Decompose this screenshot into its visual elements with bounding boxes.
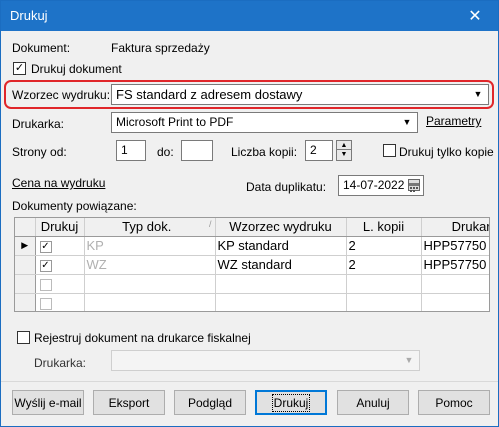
help-button[interactable]: Pomoc: [418, 390, 490, 415]
row-indicator: [15, 274, 36, 294]
duplicate-date-value: 14-07-2022: [343, 178, 405, 192]
row-print-checkbox[interactable]: ✓: [39, 259, 52, 272]
row-printer[interactable]: HPP57750 (: [421, 255, 489, 275]
row-indicator: [15, 293, 36, 311]
copies-stepper[interactable]: ▲ ▼: [336, 140, 352, 161]
table-row[interactable]: ▶ ✓ KP KP standard 2 HPP57750 (: [15, 236, 489, 256]
pages-to-input[interactable]: [181, 140, 213, 161]
grid-header: Drukuj Typ dok. / Wzorzec wydruku L. kopi…: [15, 218, 489, 237]
template-value: FS standard z adresem dostawy: [116, 87, 303, 102]
column-header[interactable]: Drukarka: [421, 218, 489, 237]
column-header[interactable]: Typ dok. /: [84, 218, 216, 237]
row-template[interactable]: WZ standard: [215, 255, 347, 275]
row-copies[interactable]: [346, 293, 422, 311]
row-template[interactable]: [215, 274, 347, 294]
cancel-button[interactable]: Anuluj: [337, 390, 409, 415]
column-header[interactable]: Wzorzec wydruku: [215, 218, 347, 237]
divider: [1, 381, 498, 382]
print-document-label: Drukuj dokument: [31, 62, 122, 76]
fiscal-printer-select[interactable]: ▼: [111, 350, 420, 371]
calendar-icon[interactable]: [408, 179, 420, 192]
print-document-checkbox[interactable]: ✓: [13, 62, 26, 75]
row-printer[interactable]: HPP57750 (: [421, 236, 489, 256]
document-label: Dokument:: [12, 41, 71, 55]
row-indicator: [15, 255, 36, 275]
stepper-up-icon[interactable]: ▲: [337, 141, 351, 150]
row-type: [84, 293, 216, 311]
chevron-down-icon[interactable]: ▼: [471, 85, 485, 104]
row-type: WZ: [84, 255, 216, 275]
row-print-checkbox[interactable]: ✓: [39, 240, 52, 253]
fiscal-register-checkbox[interactable]: [17, 331, 30, 344]
stepper-down-icon[interactable]: ▼: [337, 150, 351, 159]
chevron-down-icon[interactable]: ▼: [400, 113, 414, 132]
table-row[interactable]: [15, 274, 489, 294]
row-printer[interactable]: [421, 293, 489, 311]
grid-header-indicator: [15, 218, 36, 237]
printer-value: Microsoft Print to PDF: [116, 115, 234, 129]
printer-select[interactable]: Microsoft Print to PDF ▼: [111, 112, 418, 133]
template-select[interactable]: FS standard z adresem dostawy ▼: [111, 84, 489, 105]
row-print-checkbox[interactable]: [39, 278, 52, 291]
row-printer[interactable]: [421, 274, 489, 294]
table-row[interactable]: ✓ WZ WZ standard 2 HPP57750 (: [15, 255, 489, 275]
duplicate-date-label: Data duplikatu:: [246, 180, 327, 194]
row-copies[interactable]: [346, 274, 422, 294]
parameters-link[interactable]: Parametry: [426, 114, 481, 128]
related-docs-label: Dokumenty powiązane:: [12, 199, 137, 213]
table-row[interactable]: [15, 293, 489, 311]
pages-from-label: Strony od:: [12, 145, 67, 159]
related-docs-grid: Drukuj Typ dok. / Wzorzec wydruku L. kopi…: [14, 217, 490, 312]
row-print-checkbox[interactable]: [39, 297, 52, 310]
row-type: [84, 274, 216, 294]
export-button[interactable]: Eksport: [93, 390, 165, 415]
row-pointer-icon: ▶: [15, 236, 36, 256]
row-copies[interactable]: 2: [346, 255, 422, 275]
send-email-button[interactable]: Wyślij e-mail: [12, 390, 84, 415]
only-copies-checkbox[interactable]: [383, 144, 396, 157]
pages-from-input[interactable]: 1: [116, 140, 146, 161]
row-template[interactable]: KP standard: [215, 236, 347, 256]
fiscal-printer-label: Drukarka:: [34, 356, 87, 370]
window-title: Drukuj: [10, 8, 48, 23]
duplicate-date-input[interactable]: 14-07-2022: [338, 175, 424, 196]
close-icon[interactable]: ✕: [452, 1, 498, 31]
row-copies[interactable]: 2: [346, 236, 422, 256]
title-bar: Drukuj ✕: [1, 1, 498, 31]
chevron-down-icon[interactable]: ▼: [402, 351, 416, 370]
preview-button[interactable]: Podgląd: [174, 390, 246, 415]
column-header[interactable]: L. kopii: [346, 218, 422, 237]
template-label: Wzorzec wydruku:: [12, 88, 111, 102]
price-on-print-link[interactable]: Cena na wydruku: [12, 176, 105, 190]
print-dialog: Drukuj ✕ Dokument: Faktura sprzedaży ✓ D…: [0, 0, 499, 427]
column-header[interactable]: Drukuj: [35, 218, 85, 237]
row-type: KP: [84, 236, 216, 256]
copies-label: Liczba kopii:: [231, 145, 298, 159]
printer-label: Drukarka:: [12, 117, 65, 131]
print-button[interactable]: Drukuj: [255, 390, 327, 415]
fiscal-register-label: Rejestruj dokument na drukarce fiskalnej: [34, 331, 251, 345]
document-value: Faktura sprzedaży: [111, 41, 210, 55]
only-copies-label: Drukuj tylko kopie: [399, 145, 494, 159]
pages-to-label: do:: [157, 145, 174, 159]
copies-input[interactable]: 2: [305, 140, 333, 161]
row-template[interactable]: [215, 293, 347, 311]
